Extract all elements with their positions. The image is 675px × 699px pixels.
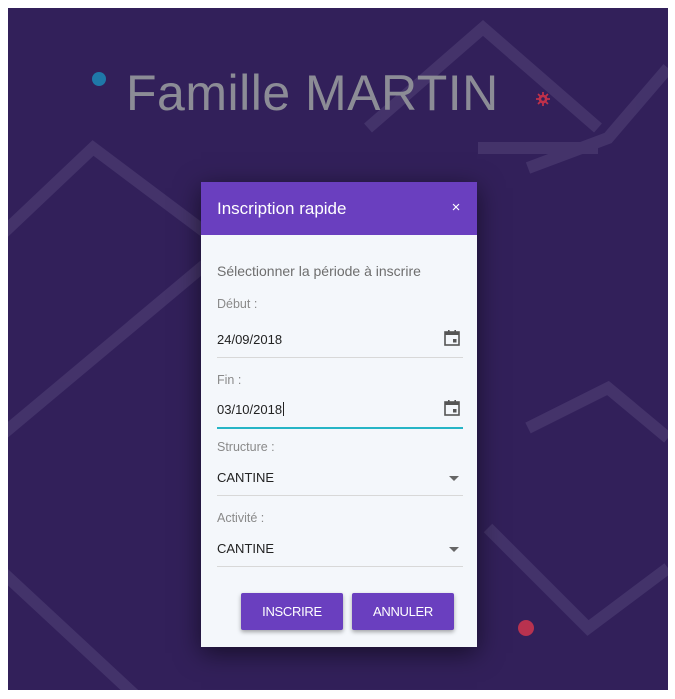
start-date-value[interactable]: 24/09/2018 [217, 332, 282, 347]
activity-label: Activité : [217, 511, 265, 525]
chevron-down-icon[interactable] [449, 547, 459, 552]
app-background: Famille MARTIN Inscription rapide × Séle… [8, 8, 668, 690]
start-date-label: Début : [217, 297, 258, 311]
cancel-button[interactable]: ANNULER [352, 593, 454, 630]
structure-label: Structure : [217, 440, 275, 454]
calendar-icon[interactable] [443, 329, 461, 347]
dialog-title: Inscription rapide [217, 199, 347, 218]
structure-value[interactable]: CANTINE [217, 470, 274, 485]
end-date-value[interactable]: 03/10/2018 [217, 402, 285, 417]
chevron-down-icon[interactable] [449, 476, 459, 481]
page-title: Famille MARTIN [126, 65, 499, 121]
gear-icon[interactable] [536, 92, 550, 106]
period-instruction: Sélectionner la période à inscrire [217, 263, 421, 279]
end-date-field[interactable]: 03/10/2018 [217, 391, 463, 429]
structure-select[interactable]: CANTINE [217, 459, 463, 496]
decorative-dot-red [518, 620, 534, 636]
text-caret [283, 402, 285, 416]
start-date-field[interactable]: 24/09/2018 [217, 321, 463, 358]
activity-value[interactable]: CANTINE [217, 541, 274, 556]
close-icon[interactable]: × [449, 199, 463, 217]
activity-select[interactable]: CANTINE [217, 530, 463, 567]
decorative-dot-blue [92, 72, 106, 86]
quick-registration-dialog: Inscription rapide × Sélectionner la pér… [201, 182, 477, 647]
dialog-header: Inscription rapide × [201, 182, 477, 235]
calendar-icon[interactable] [443, 399, 461, 417]
register-button[interactable]: INSCRIRE [241, 593, 343, 630]
end-date-label: Fin : [217, 373, 242, 387]
